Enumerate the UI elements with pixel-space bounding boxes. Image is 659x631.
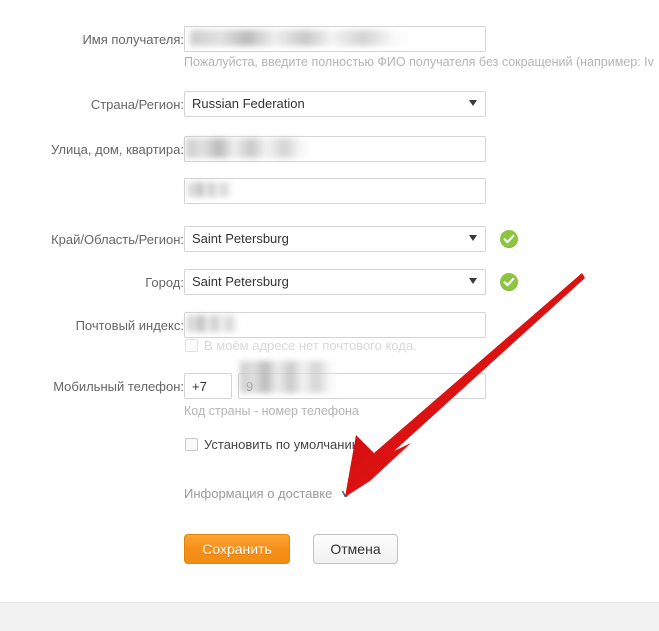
checkbox-label-set-default: Установить по умолчанию [204,437,362,452]
input-phone-country-code[interactable] [184,373,232,399]
select-wrap-city: Saint Petersburg [184,269,486,295]
chevron-down-icon-delivery-info: ∨ [339,487,353,500]
label-postal-code: Почтовый индекс: [75,318,184,333]
hint-recipient-name: Пожалуйста, введите полностью ФИО получа… [184,55,654,69]
label-recipient-name: Имя получателя: [82,32,184,47]
save-button[interactable]: Сохранить [184,534,290,564]
select-wrap-country-region: Russian Federation [184,91,486,117]
delivery-info-expander-label: Информация о доставке [184,486,333,501]
input-postal-code[interactable] [184,312,486,338]
checkbox-no-postal-code[interactable] [185,339,198,352]
label-street-address: Улица, дом, квартира: [50,142,184,157]
select-city[interactable]: Saint Petersburg [184,269,486,295]
valid-check-icon-city [500,273,518,291]
label-state-province: Край/Область/Регион: [51,232,184,247]
cancel-button[interactable]: Отмена [313,534,398,564]
valid-check-icon-state-province [500,230,518,248]
delivery-info-expander[interactable]: Информация о доставке ∨ [184,486,353,502]
hint-mobile-phone: Код страны - номер телефона [184,404,359,418]
input-recipient-name[interactable] [184,26,486,52]
input-street-address-2[interactable] [184,178,486,204]
footer-bar [0,602,659,631]
checkbox-label-no-postal-code: В моём адресе нет почтового кода. [204,338,417,353]
label-mobile-phone: Мобильный телефон: [53,379,184,394]
input-street-address-1[interactable] [184,136,486,162]
address-form-page: Имя получателя: Пожалуйста, введите полн… [0,0,659,631]
select-country-region[interactable]: Russian Federation [184,91,486,117]
input-phone-number[interactable] [238,373,486,399]
checkbox-set-default[interactable] [185,438,198,451]
select-state-province[interactable]: Saint Petersburg [184,226,486,252]
label-country-region: Страна/Регион: [90,97,184,112]
label-city: Город: [145,275,184,290]
select-wrap-state-province: Saint Petersburg [184,226,486,252]
